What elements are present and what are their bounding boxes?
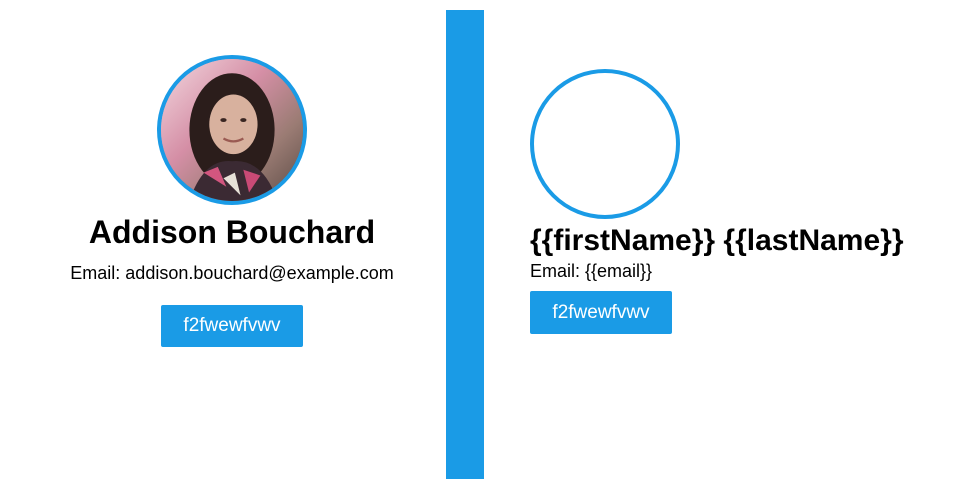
vertical-divider (446, 10, 484, 479)
profile-avatar (157, 55, 307, 205)
template-action-button[interactable]: f2fwewfvwv (530, 291, 672, 334)
empty-avatar (530, 69, 680, 219)
profile-card-rendered: Addison Bouchard Email: addison.bouchard… (0, 0, 464, 501)
template-email: Email: {{email}} (530, 261, 653, 281)
profile-action-button[interactable]: f2fwewfvwv (161, 305, 303, 347)
template-name: {{firstName}} {{lastName}} (530, 224, 904, 257)
profile-name: Addison Bouchard (88, 214, 376, 250)
profile-email: Email: addison.bouchard@example.com (70, 263, 394, 283)
page: Addison Bouchard Email: addison.bouchard… (0, 0, 980, 501)
profile-photo-image (161, 59, 303, 201)
